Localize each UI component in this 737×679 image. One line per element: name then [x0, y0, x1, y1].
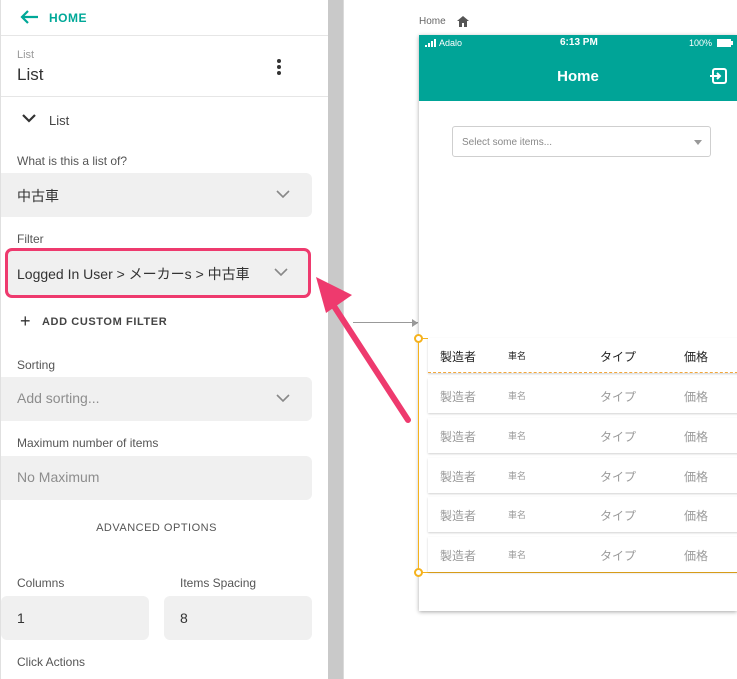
clock-label: 6:13 PM	[560, 37, 598, 48]
car-name-cell: 車名	[508, 391, 527, 401]
items-spacing-value: 8	[180, 610, 188, 626]
plus-icon: +	[20, 311, 31, 331]
price-cell: 価格	[684, 549, 709, 563]
max-items-value: No Maximum	[17, 469, 100, 485]
chevron-down-icon	[274, 268, 288, 277]
car-name-cell: 車名	[508, 351, 527, 361]
list-of-label: What is this a list of?	[17, 154, 128, 168]
list-item[interactable]: 製造者 車名 タイプ 価格	[428, 378, 737, 413]
car-name-cell: 車名	[508, 431, 527, 441]
filter-label: Filter	[17, 232, 44, 246]
arrow-left-icon[interactable]	[19, 9, 39, 25]
component-name[interactable]: List	[17, 65, 43, 85]
manufacturer-cell: 製造者	[440, 430, 477, 444]
app-bar: Home	[419, 51, 737, 101]
chevron-down-icon	[276, 394, 290, 403]
screen-name: Home	[419, 16, 446, 27]
type-cell: タイプ	[600, 350, 637, 364]
manufacturer-cell: 製造者	[440, 350, 477, 364]
filter-value: Logged In User > メーカーs > 中古車	[17, 266, 250, 282]
home-link[interactable]: HOME	[49, 11, 87, 25]
sorting-placeholder: Add sorting...	[17, 390, 100, 406]
price-cell: 価格	[684, 509, 709, 523]
list-item[interactable]: 製造者 車名 タイプ 価格	[428, 338, 737, 373]
price-cell: 価格	[684, 470, 709, 484]
annotation-arrow-icon	[316, 277, 411, 423]
add-custom-filter-label: ADD CUSTOM FILTER	[42, 316, 168, 328]
price-cell: 価格	[684, 350, 709, 364]
car-name-cell: 車名	[508, 471, 527, 481]
car-name-cell: 車名	[508, 550, 527, 560]
section-label: List	[49, 113, 70, 128]
home-icon	[457, 16, 469, 27]
caret-down-icon	[694, 140, 702, 145]
home-nav-bar[interactable]: HOME	[1, 0, 329, 36]
price-cell: 価格	[684, 430, 709, 444]
component-header: List List	[1, 37, 329, 97]
list-properties-panel: HOME List List List What is this a list …	[0, 0, 329, 679]
manufacturer-cell: 製造者	[440, 509, 477, 523]
logout-icon[interactable]	[709, 68, 727, 84]
list-of-select[interactable]: 中古車	[1, 173, 312, 217]
battery-percent: 100%	[689, 38, 713, 48]
items-spacing-input[interactable]: 8	[164, 596, 312, 640]
car-name-cell: 車名	[508, 510, 527, 520]
list-item[interactable]: 製造者 車名 タイプ 価格	[428, 537, 737, 572]
price-cell: 価格	[684, 390, 709, 404]
more-vertical-icon[interactable]	[271, 59, 287, 79]
type-cell: タイプ	[600, 470, 637, 484]
items-spacing-label: Items Spacing	[180, 576, 257, 590]
app-bar-title: Home	[557, 68, 599, 85]
resize-handle[interactable]	[414, 568, 423, 577]
columns-value: 1	[17, 610, 25, 626]
advanced-options-toggle[interactable]: ADVANCED OPTIONS	[1, 522, 312, 534]
carrier-label: Adalo	[439, 38, 463, 48]
signal-icon	[425, 39, 436, 47]
click-actions-label: Click Actions	[17, 655, 86, 669]
columns-label: Columns	[17, 576, 65, 590]
type-cell: タイプ	[600, 509, 637, 523]
status-bar: Adalo 6:13 PM 100%	[419, 35, 737, 51]
filter-select[interactable]: Logged In User > メーカーs > 中古車	[5, 248, 311, 298]
chevron-down-icon	[22, 114, 36, 123]
max-items-label: Maximum number of items	[17, 436, 159, 450]
sorting-label: Sorting	[17, 358, 56, 372]
chevron-down-icon	[276, 190, 290, 199]
section-list-toggle[interactable]: List	[1, 105, 329, 135]
manufacturer-cell: 製造者	[440, 470, 477, 484]
manufacturer-cell: 製造者	[440, 390, 477, 404]
list-of-value: 中古車	[17, 188, 59, 204]
screen-label[interactable]: Home	[419, 16, 469, 27]
list-item[interactable]: 製造者 車名 タイプ 価格	[428, 497, 737, 532]
battery-icon	[717, 39, 733, 47]
columns-input[interactable]: 1	[1, 596, 149, 640]
type-cell: タイプ	[600, 430, 637, 444]
type-cell: タイプ	[600, 549, 637, 563]
max-items-input[interactable]: No Maximum	[1, 456, 312, 500]
list-item[interactable]: 製造者 車名 タイプ 価格	[428, 458, 737, 493]
component-type-label: List	[17, 49, 35, 61]
multi-select-placeholder: Select some items...	[462, 137, 553, 148]
type-cell: タイプ	[600, 390, 637, 404]
manufacturer-cell: 製造者	[440, 549, 477, 563]
list-item[interactable]: 製造者 車名 タイプ 価格	[428, 418, 737, 453]
multi-select-dropdown[interactable]: Select some items...	[452, 126, 711, 157]
sorting-select[interactable]: Add sorting...	[1, 377, 312, 421]
